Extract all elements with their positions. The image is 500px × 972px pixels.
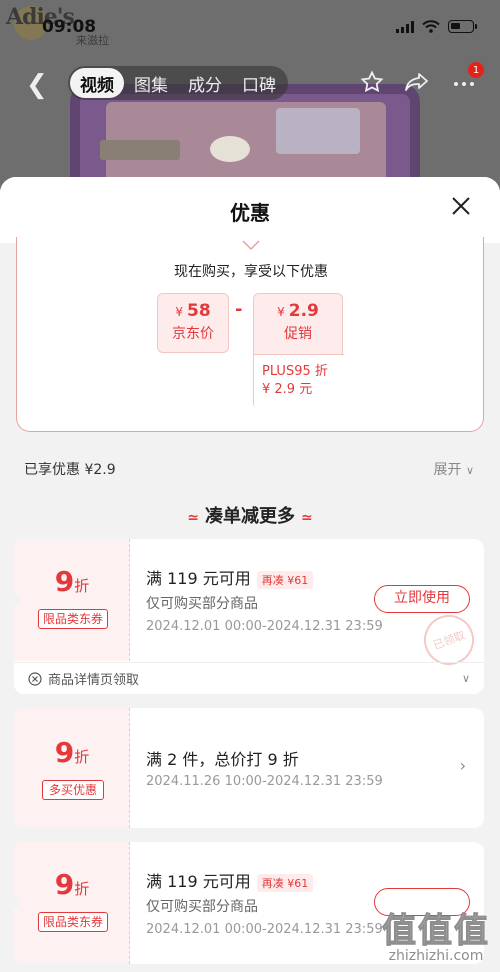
coupon-rate-unit: 折 — [74, 577, 90, 595]
promo-headline: 现在购买，享受以下优惠 — [174, 264, 328, 280]
chevron-down-icon: ∨ — [465, 464, 474, 477]
coupon-card: 9折 限品类东券 满 119 元可用 再凑 ¥61 仅可购买部分商品 2024.1… — [14, 539, 484, 694]
plus-line-2: ¥ 2.9 元 — [262, 382, 313, 397]
tab-ingredients[interactable]: 成分 — [178, 68, 232, 98]
coupon-desc: 仅可购买部分商品 — [146, 596, 258, 612]
coupon-card[interactable]: 9折 多买优惠 满 2 件，总价打 9 折 2024.11.26 10:00-2… — [14, 708, 484, 828]
currency-symbol-2: ¥ — [277, 305, 285, 319]
plus-line-1: PLUS95 折 — [262, 364, 328, 379]
back-icon[interactable]: ❮ — [26, 70, 48, 100]
sheet-header: 优惠 — [0, 177, 500, 243]
sheet-title: 优惠 — [230, 201, 270, 225]
product-pack — [100, 140, 180, 160]
media-tabs: 视频 图集 成分 口碑 — [68, 66, 288, 100]
coupon-rate-value: 9 — [54, 868, 75, 901]
notification-badge: 1 — [468, 62, 484, 78]
chevron-right-icon: › — [459, 756, 466, 775]
product-label — [276, 108, 360, 154]
promo-price-label: 促销 — [284, 326, 312, 342]
coupon-rate-value: 9 — [54, 736, 75, 769]
coupon-rate-value: 9 — [54, 565, 75, 598]
close-circle-icon — [28, 671, 42, 686]
coupon-left — [14, 842, 130, 964]
site-watermark: 值值值 zhizhizhi.com — [382, 903, 490, 965]
coupon-rate: 9折 — [14, 736, 130, 769]
more-discounts-label: 凑单减更多 — [205, 506, 295, 527]
chevron-down-icon: ∨ — [461, 672, 470, 685]
top-nav: ❮ 视频 图集 成分 口碑 1 — [0, 62, 500, 102]
coupon-period: 2024.12.01 00:00-2024.12.31 23:59 — [146, 619, 383, 634]
wifi-icon — [422, 20, 440, 33]
status-icons — [396, 20, 477, 33]
coupon-type-tag: 多买优惠 — [42, 780, 104, 800]
battery-icon — [448, 20, 477, 33]
watermark-url: zhizhizhi.com — [388, 948, 484, 964]
tab-gallery[interactable]: 图集 — [124, 68, 178, 98]
coupon-title: 满 2 件，总价打 9 折 — [146, 750, 299, 769]
favorite-star-icon[interactable] — [360, 70, 384, 94]
minus-sign: - — [235, 299, 243, 320]
coupon-title-text: 满 119 元可用 — [146, 569, 251, 588]
jd-price-label: 京东价 — [172, 326, 214, 342]
close-icon[interactable] — [450, 195, 472, 217]
promo-card: 现在购买，享受以下优惠 ¥58 京东价 - ¥2.9 促销 PLUS95 折 ¥… — [16, 237, 484, 432]
top-up-tag: 再凑 ¥61 — [256, 570, 314, 589]
coupon-left — [14, 539, 130, 661]
coupon-type-tag: 限品类东券 — [38, 609, 108, 629]
jd-price-box: ¥58 京东价 — [157, 293, 229, 353]
coupon-period: 2024.12.01 00:00-2024.12.31 23:59 — [146, 922, 383, 937]
coupon-footer[interactable]: 商品详情页领取 ∨ — [14, 662, 484, 694]
discount-sheet: 优惠 现在购买，享受以下优惠 ¥58 京东价 - ¥2.9 促销 PLUS95 … — [0, 177, 500, 972]
use-now-button[interactable]: 立即使用 — [374, 585, 470, 613]
promo-price: 2.9 — [288, 301, 319, 321]
enjoyed-discount: 已享优惠 ¥2.9 — [24, 462, 116, 478]
coupon-title: 满 119 元可用 再凑 ¥61 — [146, 868, 314, 892]
plus-discount-detail: PLUS95 折 ¥ 2.9 元 — [254, 354, 344, 410]
tab-video[interactable]: 视频 — [70, 68, 124, 98]
watermark-logo: 值值值 — [382, 911, 490, 952]
tab-reviews[interactable]: 口碑 — [232, 68, 286, 98]
coupon-footer-text: 商品详情页领取 — [48, 673, 140, 688]
coupon-rate-unit: 折 — [74, 748, 90, 766]
coupon-period: 2024.11.26 10:00-2024.12.31 23:59 — [146, 774, 383, 789]
product-egg — [210, 136, 250, 162]
decor-squiggle-icon: ≃ — [301, 510, 313, 526]
coupon-title-text: 满 119 元可用 — [146, 872, 251, 891]
coupon-rate: 9折 — [14, 565, 130, 598]
coupon-desc: 仅可购买部分商品 — [146, 899, 258, 915]
share-icon[interactable] — [404, 70, 430, 94]
expand-button[interactable]: 展开 ∨ — [433, 459, 474, 479]
more-discounts-title: ≃ 凑单减更多 ≃ — [0, 502, 500, 528]
expand-label: 展开 — [433, 462, 462, 478]
coupon-title: 满 119 元可用 再凑 ¥61 — [146, 565, 314, 589]
chevron-down-icon — [242, 240, 260, 251]
currency-symbol: ¥ — [175, 305, 183, 319]
coupon-type-tag: 限品类东券 — [38, 912, 108, 932]
promo-price-box: ¥2.9 促销 PLUS95 折 ¥ 2.9 元 — [253, 293, 344, 410]
status-time: 09:08 — [42, 17, 97, 37]
coupon-rate-unit: 折 — [74, 880, 90, 898]
top-up-tag: 再凑 ¥61 — [256, 873, 314, 892]
jd-price: 58 — [186, 301, 211, 321]
decor-squiggle-icon: ≃ — [187, 510, 199, 526]
coupon-rate: 9折 — [14, 868, 130, 901]
signal-icon — [396, 20, 414, 33]
